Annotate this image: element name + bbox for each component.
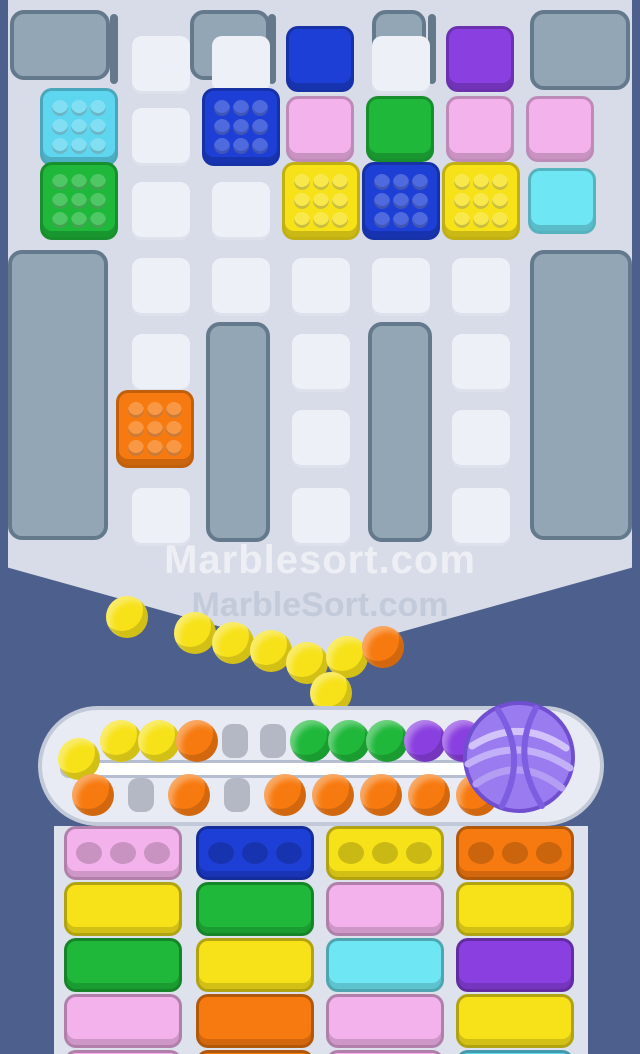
board-wall [530, 250, 632, 540]
light-cyan-block[interactable] [528, 168, 596, 234]
yellow-marble [212, 622, 254, 664]
grid-cell [452, 410, 510, 468]
collector-slot [64, 882, 182, 936]
grid-cell [212, 36, 270, 94]
collector-slot-active [326, 826, 444, 880]
marble-hole [372, 842, 398, 864]
marble-hole [208, 842, 234, 864]
yellow-block[interactable] [282, 162, 360, 240]
marble-hole [144, 842, 170, 864]
collector-column[interactable] [456, 826, 582, 1054]
board-wall [368, 322, 432, 542]
green-marble [328, 720, 370, 762]
yellow-marble [174, 612, 216, 654]
grid-cell [292, 410, 350, 468]
collector-column[interactable] [326, 826, 452, 1054]
green-block[interactable] [40, 162, 118, 240]
grid-cell [452, 334, 510, 392]
collector-slot [456, 938, 574, 992]
marble-hole [406, 842, 432, 864]
collector-slot [64, 1050, 182, 1054]
orange-marble [408, 774, 450, 816]
orange-marble [72, 774, 114, 816]
blue-block[interactable] [202, 88, 280, 166]
orange-marble [168, 774, 210, 816]
orange-marble [264, 774, 306, 816]
board-wall [206, 322, 270, 542]
pink-block[interactable] [446, 96, 514, 162]
marble-hole [276, 842, 302, 864]
board-wall [8, 250, 108, 540]
blue-block[interactable] [286, 26, 354, 92]
collector-slot-active [196, 826, 314, 880]
grid-cell [132, 258, 190, 316]
marble-hole [468, 842, 494, 864]
orange-marble [360, 774, 402, 816]
collector-slot [456, 882, 574, 936]
yellow-block[interactable] [442, 162, 520, 240]
empty-marble-slot [222, 724, 248, 758]
board-wall [10, 10, 110, 80]
pink-block[interactable] [526, 96, 594, 162]
blue-block[interactable] [362, 162, 440, 240]
grid-cell [132, 108, 190, 166]
collector-slot [196, 1050, 314, 1054]
collector-slot [196, 882, 314, 936]
yellow-marble [100, 720, 142, 762]
orange-marble [312, 774, 354, 816]
grid-cell [212, 258, 270, 316]
collector-slot [326, 938, 444, 992]
orange-marble [362, 626, 404, 668]
collector-slot [326, 1050, 444, 1054]
board-wall [110, 14, 118, 84]
board-wall [530, 10, 630, 90]
watermark-primary: Marblesort.com [164, 538, 476, 582]
marble-hole [338, 842, 364, 864]
empty-marble-slot [224, 778, 250, 812]
grid-cell [292, 334, 350, 392]
green-marble [290, 720, 332, 762]
grid-cell [212, 182, 270, 240]
collector-slot [456, 1050, 574, 1054]
collector-slot [196, 994, 314, 1048]
collector-slot [326, 994, 444, 1048]
purple-marble [404, 720, 446, 762]
purple-block[interactable] [446, 26, 514, 92]
marble-hole [76, 842, 102, 864]
collector-slot-active [64, 826, 182, 880]
collector-column[interactable] [64, 826, 190, 1054]
marble-hole [242, 842, 268, 864]
collector-column[interactable] [196, 826, 322, 1054]
collector-slot [64, 994, 182, 1048]
green-block[interactable] [366, 96, 434, 162]
grid-cell [132, 36, 190, 94]
yellow-marble [106, 596, 148, 638]
grid-cell [372, 258, 430, 316]
collector-slot [196, 938, 314, 992]
purple-yarn-ball-icon [463, 701, 575, 813]
marble-hole [110, 842, 136, 864]
game-screen: Marblesort.com MarbleSort.com [0, 0, 640, 1054]
empty-marble-slot [260, 724, 286, 758]
grid-cell [132, 334, 190, 392]
empty-marble-slot [128, 778, 154, 812]
collector-slot-active [456, 826, 574, 880]
marble-hole [536, 842, 562, 864]
green-marble [366, 720, 408, 762]
collector-slot [326, 882, 444, 936]
grid-cell [372, 36, 430, 94]
marble-hole [502, 842, 528, 864]
orange-marble [176, 720, 218, 762]
grid-cell [452, 258, 510, 316]
watermark-secondary: MarbleSort.com [191, 586, 449, 624]
orange-block[interactable] [116, 390, 194, 468]
grid-cell [132, 182, 190, 240]
collector-slot [64, 938, 182, 992]
collector-slot [456, 994, 574, 1048]
pink-block[interactable] [286, 96, 354, 162]
cyan-block[interactable] [40, 88, 118, 166]
yellow-marble [138, 720, 180, 762]
grid-cell [292, 258, 350, 316]
